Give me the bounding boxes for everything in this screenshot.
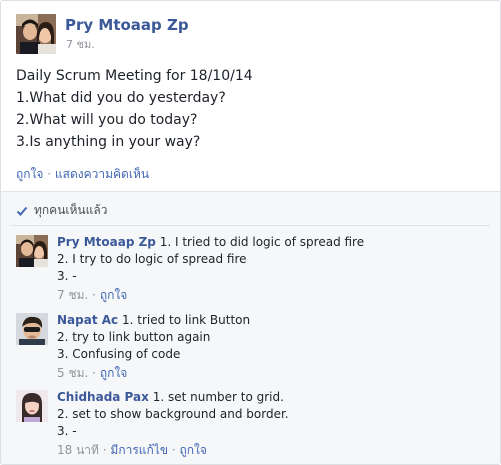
like-link[interactable]: ถูกใจ — [16, 167, 43, 181]
comment-like-link[interactable]: ถูกใจ — [100, 288, 127, 302]
comment-timestamp[interactable]: 5 ชม. — [57, 366, 88, 380]
post-line: 2.What will you do today? — [16, 112, 198, 128]
comment-timestamp[interactable]: 18 นาที — [57, 443, 99, 457]
comment-item: Pry Mtoaap Zp 1. I tried to did logic of… — [16, 235, 364, 304]
commenter-avatar[interactable] — [16, 390, 48, 422]
separator-text: · — [47, 167, 52, 181]
post-author-name[interactable]: Pry Mtoaap Zp — [65, 16, 189, 34]
comment-body: Napat Ac 1. tried to link Button 2. try … — [57, 312, 250, 382]
check-icon — [16, 206, 28, 216]
separator-dot: · — [172, 443, 180, 457]
comment-timestamp[interactable]: 7 ชม. — [57, 288, 88, 302]
comment-item: Chidhada Pax 1. set number to grid. 2. s… — [16, 390, 289, 459]
commenter-avatar[interactable] — [16, 235, 48, 267]
author-avatar[interactable] — [16, 14, 56, 54]
separator-dot: · — [47, 167, 55, 181]
comment-link[interactable]: แสดงความคิดเห็น — [55, 167, 149, 181]
comment-author-name[interactable]: Chidhada Pax — [57, 390, 149, 404]
post-header: Pry Mtoaap Zp 7 ชม. — [16, 14, 189, 58]
separator-text: · — [102, 443, 107, 457]
comment-first-line: Pry Mtoaap Zp 1. I tried to did logic of… — [57, 234, 364, 251]
comment-meta: 7 ชม. · ถูกใจ — [57, 287, 364, 304]
comment-text-line: 3. - — [57, 424, 77, 438]
divider — [11, 225, 490, 226]
seen-by-row[interactable]: ทุกคนเห็นแล้ว — [16, 203, 107, 218]
separator-text: · — [171, 443, 176, 457]
separator-dot: · — [92, 288, 100, 302]
comment-text: 1. set number to grid. — [152, 390, 284, 404]
comment-edited-link[interactable]: มีการแก้ไข — [110, 443, 168, 457]
comment-text: 1. tried to link Button — [121, 313, 251, 327]
post-line: Daily Scrum Meeting for 18/10/14 — [16, 68, 253, 84]
comment-meta: 5 ชม. · ถูกใจ — [57, 365, 250, 382]
comment-author-name[interactable]: Pry Mtoaap Zp — [57, 235, 156, 249]
comment-text-line: 2. try to link button again — [57, 330, 211, 344]
post-line: 3.Is anything in your way? — [16, 134, 201, 150]
comment-text-line: 3. Confusing of code — [57, 347, 181, 361]
comment-first-line: Napat Ac 1. tried to link Button — [57, 312, 250, 329]
comment-author-name[interactable]: Napat Ac — [57, 313, 118, 327]
comment-text-line: 3. - — [57, 269, 77, 283]
separator-text: · — [92, 366, 96, 380]
comment-like-link[interactable]: ถูกใจ — [100, 366, 127, 380]
comment-like-link[interactable]: ถูกใจ — [180, 443, 207, 457]
comment-first-line: Chidhada Pax 1. set number to grid. — [57, 389, 289, 406]
comment-body: Pry Mtoaap Zp 1. I tried to did logic of… — [57, 234, 364, 304]
comment-body: Chidhada Pax 1. set number to grid. 2. s… — [57, 389, 289, 459]
comment-text-line: 2. set to show background and border. — [57, 407, 289, 421]
comments-section: ทุกคนเห็นแล้ว Pry Mtoaap Zp 1. I tried t… — [1, 191, 500, 464]
comment-item: Napat Ac 1. tried to link Button 2. try … — [16, 313, 250, 382]
post-timestamp[interactable]: 7 ชม. — [66, 38, 189, 52]
post-message: Daily Scrum Meeting for 18/10/14 1.What … — [16, 65, 253, 153]
separator-text: · — [92, 288, 96, 302]
post-actions: ถูกใจ · แสดงความคิดเห็น — [16, 167, 149, 182]
feed-story-card: Pry Mtoaap Zp 7 ชม. Daily Scrum Meeting … — [0, 0, 501, 465]
comment-text-line: 2. I try to do logic of spread fire — [57, 252, 247, 266]
post-line: 1.What did you do yesterday? — [16, 90, 226, 106]
separator-dot: · — [92, 366, 100, 380]
comment-meta: 18 นาที · มีการแก้ไข · ถูกใจ — [57, 442, 289, 459]
post-meta: Pry Mtoaap Zp 7 ชม. — [65, 14, 189, 52]
comment-text: 1. I tried to did logic of spread fire — [159, 235, 365, 249]
seen-by-label: ทุกคนเห็นแล้ว — [34, 203, 108, 217]
commenter-avatar[interactable] — [16, 313, 48, 345]
